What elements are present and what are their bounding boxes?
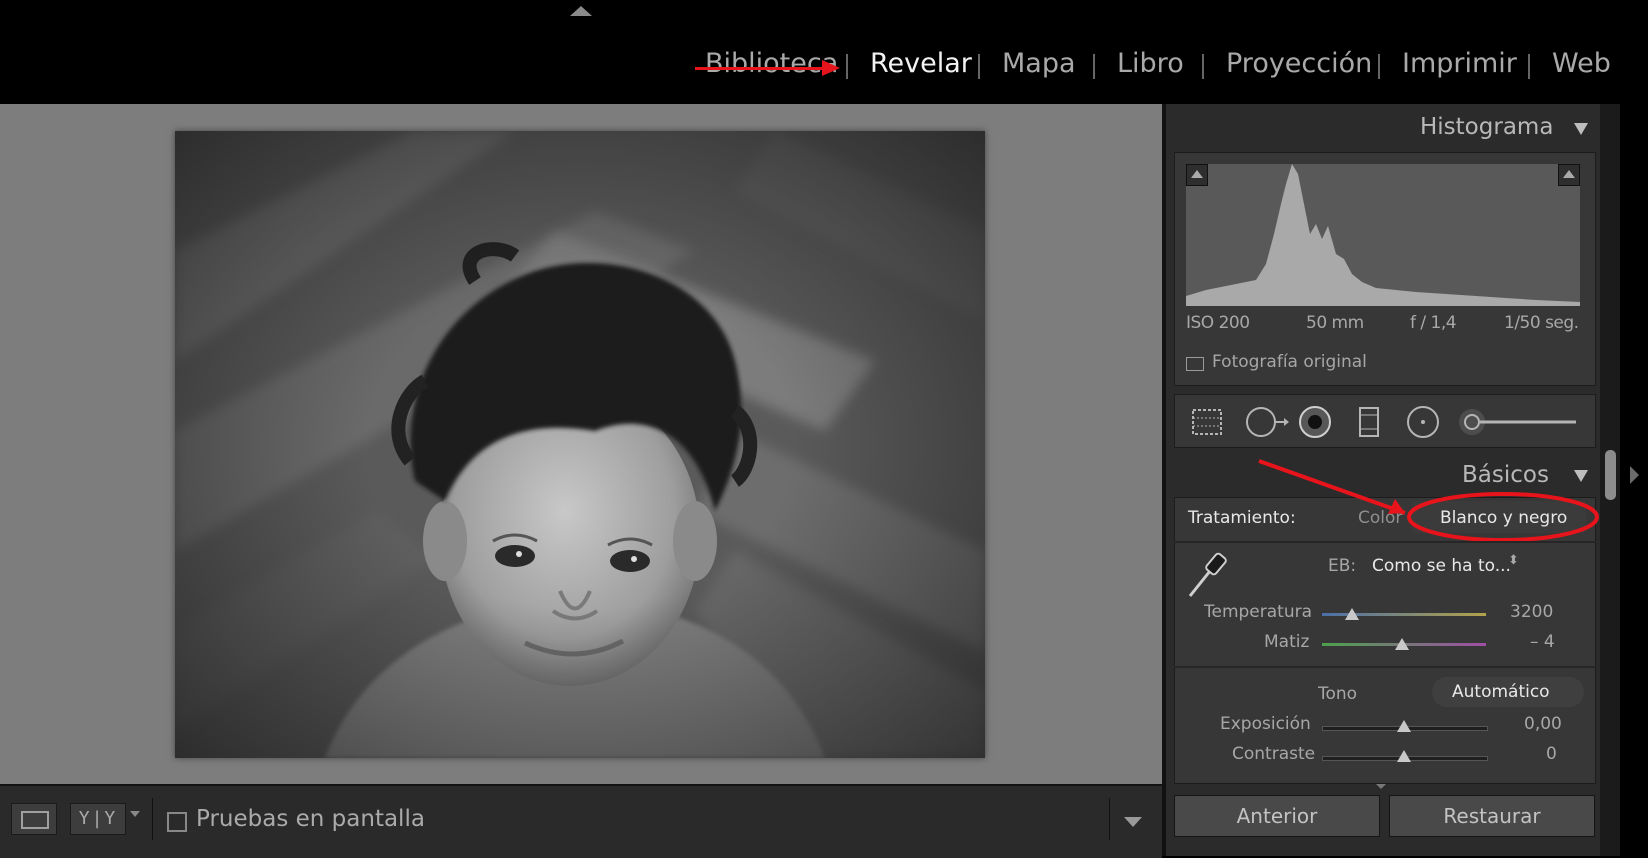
panel-end-marker-icon xyxy=(1376,784,1386,789)
temperature-label: Temperatura xyxy=(1204,602,1313,622)
graduated-filter-icon[interactable] xyxy=(1352,405,1386,439)
white-balance-selector-eyedropper-icon[interactable] xyxy=(1184,550,1230,600)
contrast-slider-knob[interactable] xyxy=(1397,750,1411,762)
toolbar-separator xyxy=(1109,798,1110,840)
auto-tone-button[interactable]: Automático xyxy=(1452,682,1550,702)
previous-button[interactable]: Anterior xyxy=(1174,795,1380,837)
tint-value[interactable]: – 4 xyxy=(1530,632,1555,652)
module-separator xyxy=(978,54,980,79)
temperature-value[interactable]: 3200 xyxy=(1510,602,1553,622)
before-after-view-button[interactable]: Y|Y xyxy=(70,803,126,835)
module-separator xyxy=(1093,54,1095,79)
module-web[interactable]: Web xyxy=(1552,48,1611,79)
exif-focal-length: 50 mm xyxy=(1306,313,1364,333)
tint-slider-knob[interactable] xyxy=(1395,638,1410,650)
wb-label: EB: xyxy=(1328,556,1357,576)
wb-preset-dropdown[interactable]: Como se ha to... xyxy=(1372,556,1511,576)
tone-label: Tono xyxy=(1318,684,1358,704)
exposure-slider-knob[interactable] xyxy=(1397,720,1411,732)
module-separator xyxy=(1528,54,1530,79)
shadow-clipping-indicator-icon[interactable] xyxy=(1186,164,1208,186)
reset-button[interactable]: Restaurar xyxy=(1389,795,1595,837)
original-photo-checkbox[interactable] xyxy=(1186,357,1204,371)
soft-proofing-label[interactable]: Pruebas en pantalla xyxy=(196,806,425,832)
red-eye-icon[interactable] xyxy=(1298,405,1332,439)
red-arrow-annotation xyxy=(1258,459,1406,515)
photo-preview-image xyxy=(175,131,985,758)
soft-proofing-checkbox[interactable] xyxy=(167,812,187,832)
adjustment-brush-icon[interactable] xyxy=(1458,405,1578,439)
module-biblioteca[interactable]: Biblioteca xyxy=(705,48,838,79)
contrast-value[interactable]: 0 xyxy=(1546,744,1557,764)
contrast-label: Contraste xyxy=(1232,744,1316,764)
tint-label: Matiz xyxy=(1264,632,1310,652)
module-imprimir[interactable]: Imprimir xyxy=(1402,48,1517,79)
module-separator xyxy=(846,54,848,79)
module-revelar[interactable]: Revelar xyxy=(870,48,972,79)
red-arrow-head-icon xyxy=(822,60,840,76)
original-photo-label[interactable]: Fotografía original xyxy=(1212,352,1367,372)
bottom-toolbar: Y|Y Pruebas en pantalla xyxy=(0,784,1162,858)
toolbar-separator xyxy=(152,798,153,840)
radial-filter-icon[interactable] xyxy=(1406,405,1440,439)
collapse-triangle-icon[interactable] xyxy=(1574,470,1588,482)
chevron-down-icon[interactable] xyxy=(130,811,140,817)
toolbar-options-chevron-icon[interactable] xyxy=(1124,817,1142,827)
red-highlight-ellipse xyxy=(1407,492,1599,542)
module-proyeccion[interactable]: Proyección xyxy=(1226,48,1372,79)
exposure-value[interactable]: 0,00 xyxy=(1524,714,1562,734)
loupe-view-icon[interactable] xyxy=(11,803,57,835)
exif-aperture: f / 1,4 xyxy=(1410,313,1457,333)
expand-right-panel-icon[interactable] xyxy=(1630,466,1639,484)
crop-icon[interactable] xyxy=(1190,405,1224,439)
spot-removal-icon[interactable] xyxy=(1244,405,1290,439)
exif-shutter-speed: 1/50 seg. xyxy=(1504,313,1579,333)
histogram-graph[interactable] xyxy=(1186,164,1580,306)
row-divider xyxy=(1174,666,1596,668)
module-libro[interactable]: Libro xyxy=(1117,48,1184,79)
scrollbar-thumb[interactable] xyxy=(1605,450,1616,500)
collapse-top-panel-icon[interactable] xyxy=(570,6,592,16)
dropdown-arrows-icon[interactable]: ⬍ xyxy=(1508,553,1519,568)
module-separator xyxy=(1378,54,1380,79)
strikethrough-arrow-line xyxy=(695,67,825,70)
collapse-triangle-icon[interactable] xyxy=(1574,123,1588,135)
module-mapa[interactable]: Mapa xyxy=(1002,48,1076,79)
module-separator xyxy=(1202,54,1204,79)
histogram-panel-title[interactable]: Histograma xyxy=(1420,114,1553,140)
basic-panel-title[interactable]: Básicos xyxy=(1462,462,1549,488)
exposure-label: Exposición xyxy=(1220,714,1311,734)
row-divider xyxy=(1174,541,1596,543)
temperature-slider-knob[interactable] xyxy=(1344,608,1359,620)
highlight-clipping-indicator-icon[interactable] xyxy=(1558,164,1580,186)
exif-iso: ISO 200 xyxy=(1186,313,1250,333)
